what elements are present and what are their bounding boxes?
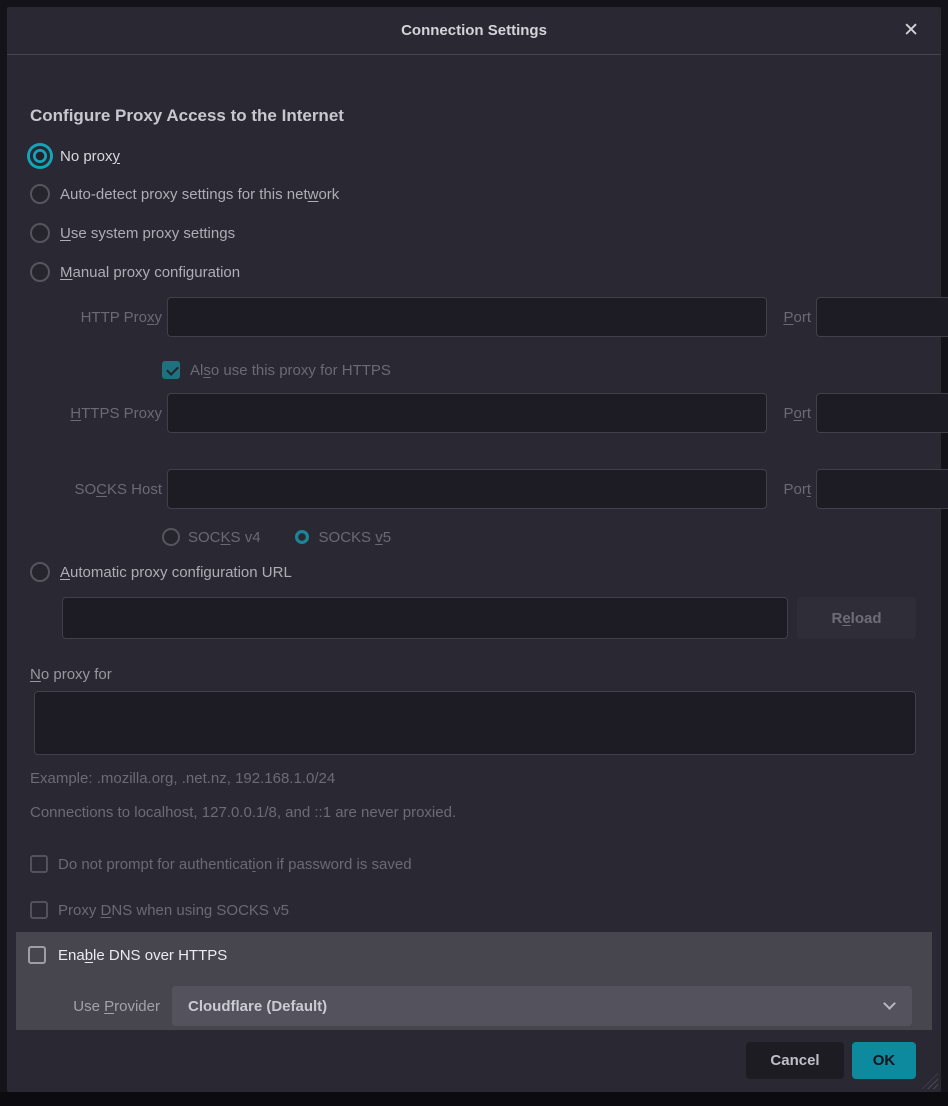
socks-version-row: SOCKS v4 SOCKS v5 xyxy=(162,525,391,549)
socks-v4-radio-icon[interactable] xyxy=(162,528,180,546)
section-heading: Configure Proxy Access to the Internet xyxy=(30,106,344,126)
https-port-input[interactable] xyxy=(816,393,948,433)
https-proxy-label: HTTPS Proxy xyxy=(30,405,162,422)
radio-unselected-icon xyxy=(30,223,50,243)
radio-label: Auto-detect proxy settings for this netw… xyxy=(60,186,339,203)
auto-url-input[interactable] xyxy=(62,597,788,639)
proxy-dns-checkbox-row[interactable]: Proxy DNS when using SOCKS v5 xyxy=(30,898,289,922)
radio-selected-icon xyxy=(30,146,50,166)
radio-unselected-icon xyxy=(30,262,50,282)
provider-selected-value: Cloudflare (Default) xyxy=(188,998,327,1015)
cancel-button[interactable]: Cancel xyxy=(746,1042,844,1079)
socks-host-input[interactable] xyxy=(167,469,767,509)
screen: Connection Settings ✕ Configure Proxy Ac… xyxy=(0,0,948,1106)
radio-label: No proxy xyxy=(60,148,120,165)
no-proxy-for-textarea[interactable] xyxy=(34,691,916,755)
enable-doh-label: Enable DNS over HTTPS xyxy=(58,947,227,964)
also-https-label: Also use this proxy for HTTPS xyxy=(190,362,391,379)
https-port-label: Port xyxy=(775,405,811,422)
http-port-label: Port xyxy=(775,309,811,326)
radio-unselected-icon xyxy=(30,562,50,582)
dialog-titlebar: Connection Settings ✕ xyxy=(7,7,941,55)
https-proxy-row: HTTPS Proxy Port xyxy=(30,393,918,433)
socks-port-input[interactable] xyxy=(816,469,948,509)
no-proxy-for-label: No proxy for xyxy=(30,666,112,683)
connection-settings-dialog: Connection Settings ✕ Configure Proxy Ac… xyxy=(7,7,941,1092)
socks-v4-label[interactable]: SOCKS v4 xyxy=(188,529,261,546)
page-background xyxy=(0,1092,948,1106)
resize-grip[interactable] xyxy=(922,1073,938,1089)
http-port-input[interactable] xyxy=(816,297,948,337)
provider-row: Use Provider Cloudflare (Default) xyxy=(20,986,928,1026)
socks-port-label: Port xyxy=(775,481,811,498)
auto-url-row: Reload xyxy=(62,597,916,639)
no-prompt-checkbox-row[interactable]: Do not prompt for authentication if pass… xyxy=(30,852,412,876)
no-proxy-for-label-row: No proxy for xyxy=(30,662,112,686)
ok-button[interactable]: OK xyxy=(852,1042,916,1079)
localhost-note-text: Connections to localhost, 127.0.0.1/8, a… xyxy=(30,804,456,821)
radio-unselected-icon xyxy=(30,184,50,204)
reload-button[interactable]: Reload xyxy=(797,597,916,639)
checkbox-unchecked-icon xyxy=(30,901,48,919)
example-text: Example: .mozilla.org, .net.nz, 192.168.… xyxy=(30,770,335,787)
chevron-down-icon xyxy=(883,997,896,1010)
socks-host-label: SOCKS Host xyxy=(30,481,162,498)
radio-label: Use system proxy settings xyxy=(60,225,235,242)
radio-label: Automatic proxy configuration URL xyxy=(60,564,292,581)
socks-v5-radio-icon[interactable] xyxy=(293,528,311,546)
radio-option-manual-proxy[interactable]: Manual proxy configuration xyxy=(30,260,240,284)
radio-option-system-proxy[interactable]: Use system proxy settings xyxy=(30,221,235,245)
radio-label: Manual proxy configuration xyxy=(60,264,240,281)
dialog-title: Connection Settings xyxy=(7,7,941,55)
https-proxy-input[interactable] xyxy=(167,393,767,433)
http-proxy-label: HTTP Proxy xyxy=(30,309,162,326)
proxy-dns-label: Proxy DNS when using SOCKS v5 xyxy=(58,902,289,919)
use-provider-label: Use Provider xyxy=(20,998,160,1015)
radio-option-auto-url[interactable]: Automatic proxy configuration URL xyxy=(30,560,292,584)
http-proxy-row: HTTP Proxy Port xyxy=(30,297,918,337)
radio-option-no-proxy[interactable]: No proxy xyxy=(30,144,120,168)
checkbox-checked-icon xyxy=(162,361,180,379)
checkbox-unchecked-icon xyxy=(28,946,46,964)
radio-option-auto-detect[interactable]: Auto-detect proxy settings for this netw… xyxy=(30,182,339,206)
also-https-checkbox-row[interactable]: Also use this proxy for HTTPS xyxy=(162,358,391,382)
enable-doh-checkbox-row[interactable]: Enable DNS over HTTPS xyxy=(28,943,227,967)
close-icon[interactable]: ✕ xyxy=(899,7,923,55)
socks-v5-label[interactable]: SOCKS v5 xyxy=(319,529,392,546)
checkbox-unchecked-icon xyxy=(30,855,48,873)
socks-host-row: SOCKS Host Port xyxy=(30,469,918,509)
http-proxy-input[interactable] xyxy=(167,297,767,337)
no-prompt-label: Do not prompt for authentication if pass… xyxy=(58,856,412,873)
dns-over-https-highlight-section: Enable DNS over HTTPS Use Provider Cloud… xyxy=(16,932,932,1030)
provider-dropdown[interactable]: Cloudflare (Default) xyxy=(172,986,912,1026)
